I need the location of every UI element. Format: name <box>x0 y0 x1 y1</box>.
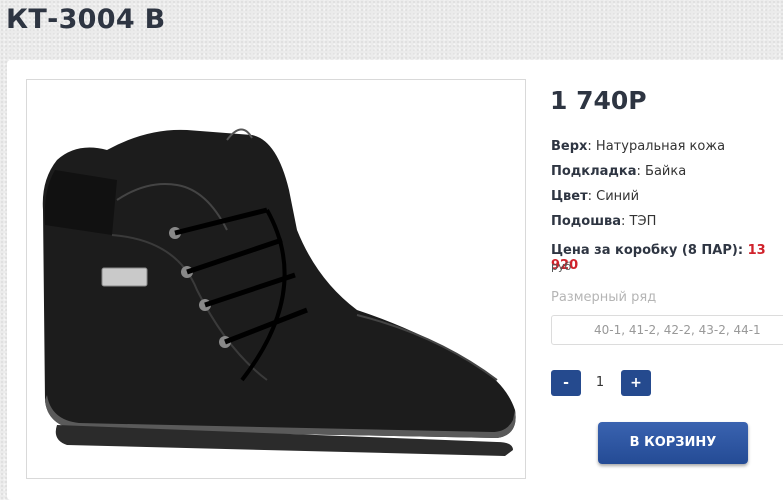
page-title: КТ-3004 В <box>6 4 166 35</box>
spec-sole: Подошва: ТЭП <box>551 214 656 229</box>
spec-color: Цвет: Синий <box>551 189 639 204</box>
spec-upper: Верх: Натуральная кожа <box>551 139 725 154</box>
spec-lining-value: : Байка <box>636 164 687 179</box>
quantity-input[interactable]: 1 <box>583 370 617 396</box>
spec-sole-label: Подошва <box>551 214 622 229</box>
size-row-select[interactable]: 40-1, 41-2, 42-2, 43-2, 44-1 <box>551 315 783 345</box>
box-price-currency: руб <box>551 260 572 273</box>
box-price-label: Цена за коробку (8 ПАР): <box>551 243 744 258</box>
spec-upper-label: Верх <box>551 139 588 154</box>
product-price: 1 740Р <box>550 86 647 115</box>
size-row-label: Размерный ряд <box>551 290 657 305</box>
quantity-minus-button[interactable]: - <box>551 370 581 396</box>
quantity-plus-button[interactable]: + <box>621 370 651 396</box>
box-price: Цена за коробку (8 ПАР): 13 920 <box>551 243 783 273</box>
spec-upper-value: : Натуральная кожа <box>587 139 726 154</box>
spec-lining: Подкладка: Байка <box>551 164 686 179</box>
product-photo[interactable] <box>26 79 526 479</box>
spec-color-value: : Синий <box>587 189 640 204</box>
spec-sole-value: : ТЭП <box>621 214 657 229</box>
add-to-cart-button[interactable]: В КОРЗИНУ <box>598 422 748 464</box>
spec-lining-label: Подкладка <box>551 164 637 179</box>
shoe-photo-icon <box>42 128 516 456</box>
spec-color-label: Цвет <box>551 189 588 204</box>
